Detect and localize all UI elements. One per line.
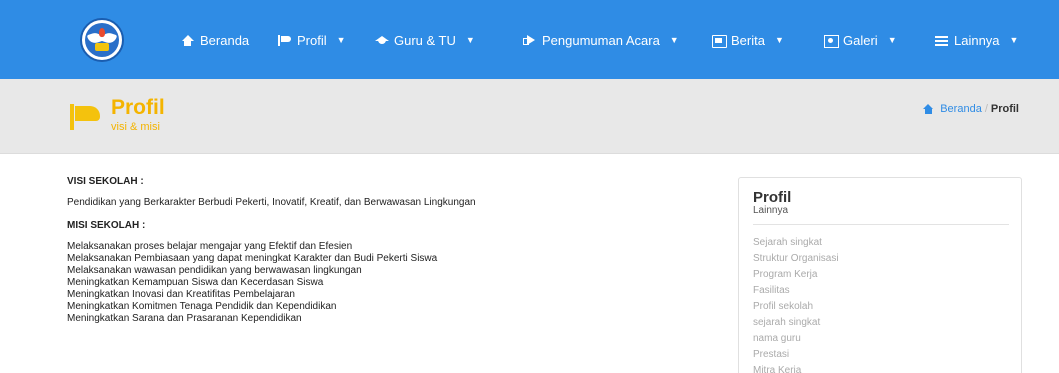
sidebar-link-list: Sejarah singkat Struktur Organisasi Prog…: [753, 235, 839, 373]
page-subtitle: visi & misi: [111, 121, 160, 133]
sidebar-link[interactable]: Sejarah singkat: [753, 235, 839, 251]
graduation-cap-icon: [375, 35, 389, 46]
caret-down-icon: ▼: [887, 35, 897, 45]
sidebar-subtitle: Lainnya: [753, 205, 789, 216]
school-logo[interactable]: [80, 18, 124, 62]
misi-item: Melaksanakan Pembiasaan yang dapat menin…: [67, 253, 438, 264]
visi-heading: VISI SEKOLAH :: [67, 176, 144, 187]
nav-label: Lainnya: [954, 32, 1000, 48]
sidebar-link[interactable]: Struktur Organisasi: [753, 251, 839, 267]
home-icon: [181, 34, 194, 46]
caret-down-icon: ▼: [669, 35, 679, 45]
nav-label: Pengumuman Acara: [542, 32, 660, 48]
misi-item: Melaksanakan wawasan pendidikan yang ber…: [67, 265, 362, 276]
caret-down-icon: ▼: [336, 35, 346, 45]
sidebar-link[interactable]: Program Kerja: [753, 267, 839, 283]
nav-label: Beranda: [200, 32, 250, 48]
photo-icon: [824, 34, 839, 48]
bullhorn-icon: [523, 35, 536, 46]
caret-down-icon: ▼: [1009, 35, 1019, 45]
nav-item-profil[interactable]: Profil ▼: [278, 31, 346, 49]
flag-icon: [278, 34, 291, 46]
breadcrumb-home-link[interactable]: Beranda: [940, 103, 982, 115]
sidebar-divider: [753, 224, 1009, 225]
nav-label: Guru & TU: [394, 32, 456, 48]
breadcrumb-current: Profil: [990, 103, 1019, 115]
nav-label: Profil: [297, 32, 327, 48]
nav-item-guru-tu[interactable]: Guru & TU ▼: [375, 31, 475, 49]
misi-heading: MISI SEKOLAH :: [67, 220, 146, 231]
misi-list: Melaksanakan proses belajar mengajar yan…: [67, 241, 687, 325]
sidebar-link[interactable]: Fasilitas: [753, 283, 839, 299]
sidebar-title: Profil: [753, 189, 792, 206]
visi-text: Pendidikan yang Berkarakter Berbudi Peke…: [67, 197, 476, 208]
misi-item: Meningkatkan Inovasi dan Kreatifitas Pem…: [67, 289, 295, 300]
sidebar-link[interactable]: sejarah singkat: [753, 315, 839, 331]
misi-item: Meningkatkan Sarana dan Prasaranan Kepen…: [67, 313, 302, 324]
sidebar-link[interactable]: Profil sekolah: [753, 299, 839, 315]
nav-item-galeri[interactable]: Galeri ▼: [824, 31, 897, 49]
caret-down-icon: ▼: [465, 35, 475, 45]
breadcrumb-separator: /: [984, 103, 988, 115]
nav-item-pengumuman-acara[interactable]: Pengumuman Acara ▼: [523, 31, 679, 49]
misi-item: Meningkatkan Komitmen Tenaga Pendidik da…: [67, 301, 337, 312]
breadcrumb: Beranda / Profil: [923, 103, 1019, 115]
list-icon: [935, 35, 948, 46]
nav-item-berita[interactable]: Berita ▼: [712, 31, 784, 49]
nav-item-lainnya[interactable]: Lainnya ▼: [935, 31, 1018, 49]
home-icon: [923, 104, 934, 114]
flag-icon: [70, 104, 100, 130]
misi-item: Meningkatkan Kemampuan Siswa dan Kecerda…: [67, 277, 324, 288]
top-navbar: Beranda Profil ▼ Guru & TU ▼ Pengumuman …: [0, 0, 1059, 79]
misi-item: Melaksanakan proses belajar mengajar yan…: [67, 241, 353, 252]
sidebar-link[interactable]: nama guru: [753, 331, 839, 347]
page-title: Profil: [111, 96, 165, 119]
caret-down-icon: ▼: [774, 35, 784, 45]
nav-item-beranda[interactable]: Beranda: [181, 31, 249, 49]
sidebar-link[interactable]: Prestasi: [753, 347, 839, 363]
main-content: VISI SEKOLAH : Pendidikan yang Berkarakt…: [67, 176, 687, 325]
sidebar-link[interactable]: Mitra Kerja: [753, 363, 839, 373]
newspaper-icon: [712, 34, 727, 48]
nav-label: Berita: [731, 32, 765, 48]
nav-label: Galeri: [843, 32, 878, 48]
sidebar-panel: Profil Lainnya Sejarah singkat Struktur …: [738, 177, 1022, 373]
